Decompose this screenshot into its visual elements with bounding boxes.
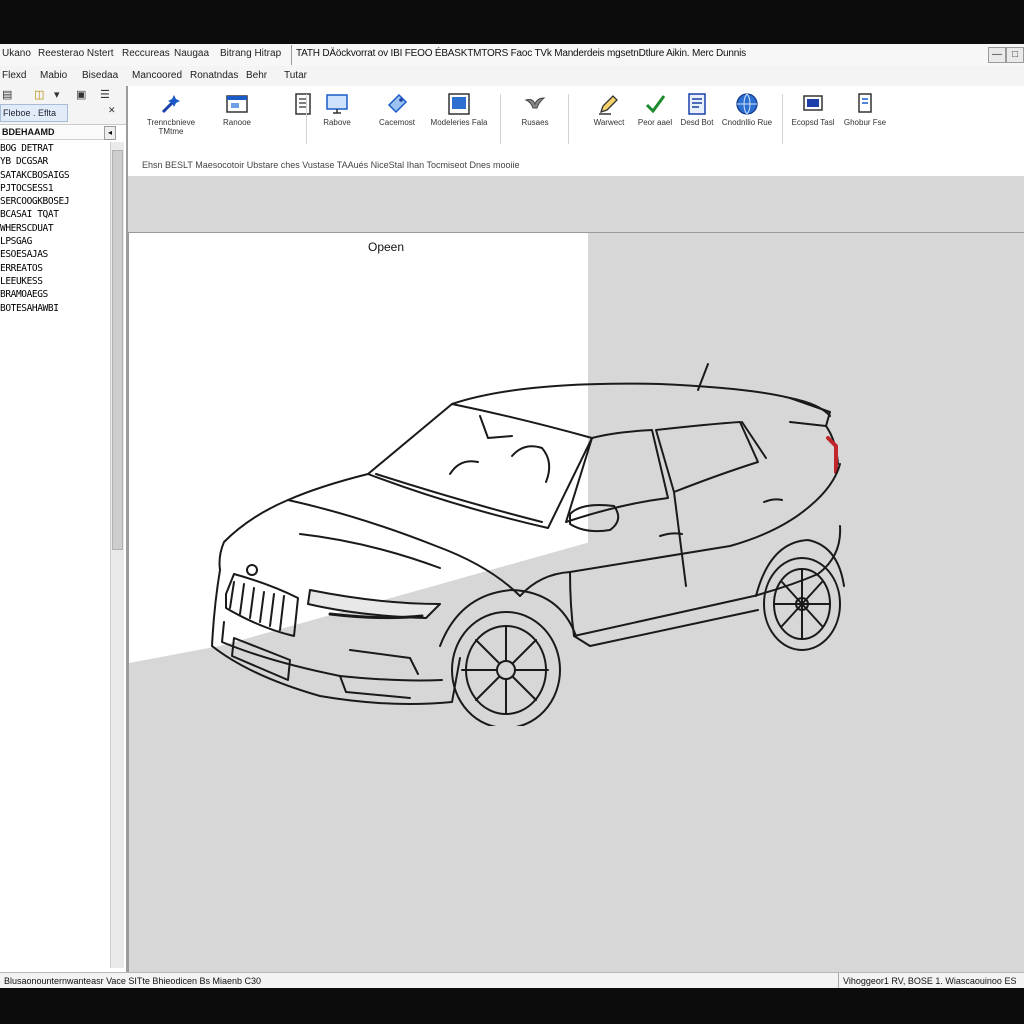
document-icon [685, 92, 709, 116]
tool-label: Rabove [323, 118, 351, 127]
tool-button-1[interactable]: Ranooe [204, 92, 270, 127]
tool-button-4[interactable]: Cacemost [364, 92, 430, 127]
menu-item-4[interactable]: Ronatndas [190, 70, 238, 81]
car-line-drawing[interactable] [190, 346, 920, 726]
chevron-down-icon[interactable]: ▾ [54, 89, 60, 101]
menu-item-2[interactable]: Bisedaa [82, 70, 118, 81]
list-item[interactable]: LEEUKESS [0, 275, 108, 288]
tool-label: Modeleries Fala [430, 118, 488, 127]
title-menu-0[interactable]: Ukano [2, 48, 31, 59]
menu-item-6[interactable]: Tutar [284, 70, 307, 81]
drawing-workspace[interactable]: Opeen [128, 176, 1024, 972]
menu-bar: Flexd Mabio Bisedaa Mancoored Ronatndas … [0, 66, 1024, 87]
tool-button-12[interactable]: Ghobur Fse [832, 92, 898, 127]
tool-button-10[interactable]: Cnodnllio Rue [714, 92, 780, 127]
list-item[interactable]: BCASAI TQAT [0, 208, 108, 221]
ribbon-toolbar: Trenncbnieve TMtme Ranooe Rabove Cacemos… [128, 86, 1024, 177]
status-text-left: Blusaonounternwanteasr Vace SITte Bhieod… [4, 976, 261, 986]
tool-label: Ghobur Fse [843, 118, 887, 127]
tool-label: Cacemost [378, 118, 415, 127]
list-item[interactable]: ESOESAJAS [0, 248, 108, 261]
left-panel-scrollbar[interactable] [110, 142, 124, 968]
scrollbar-thumb[interactable] [112, 150, 123, 550]
wand-icon [159, 92, 183, 116]
save-icon[interactable]: ▣ [76, 89, 86, 101]
menu-item-0[interactable]: Flexd [2, 70, 26, 81]
status-text-right: Vihoggeor1 RV, BOSE 1. Wiascaouinoo ES [838, 973, 1016, 988]
list-item[interactable]: BRAMOAEGS [0, 288, 108, 301]
title-menu-3[interactable]: Naugaa [174, 48, 209, 59]
title-menu-4[interactable]: Bitrang Hitrap [220, 48, 281, 59]
bird-icon [523, 92, 547, 116]
list-item[interactable]: SERCOOGKBOSEJ [0, 195, 108, 208]
minimize-button[interactable]: — [988, 47, 1006, 63]
file-icon [853, 92, 877, 116]
toolbar-separator [500, 94, 501, 144]
title-bar: Ukano Reesterao Nstert Reccureas Naugaa … [0, 44, 1024, 67]
left-panel-toolbar: ▤ ◫ ▾ ▣ ☰ Fleboe . Eflta ✕ [0, 86, 126, 125]
maximize-button[interactable]: □ [1006, 47, 1024, 63]
canvas-border-top [128, 232, 1024, 233]
tag-icon [385, 92, 409, 116]
list-item[interactable]: WHERSCDUAT [0, 222, 108, 235]
menu-item-5[interactable]: Behr [246, 70, 267, 81]
canvas-border-left [128, 232, 129, 972]
list-icon[interactable]: ☰ [100, 89, 110, 101]
list-item[interactable]: SATAKCBOSAIGS [0, 169, 108, 182]
monitor-icon [325, 92, 349, 116]
tool-label: Trenncbnieve TMtme [146, 118, 196, 136]
file-icon[interactable]: ▤ [2, 89, 12, 101]
framed-picture-icon [447, 92, 471, 116]
toolbar-separator [568, 94, 569, 144]
globe-icon [735, 92, 759, 116]
collapse-icon[interactable]: ◂ [104, 126, 116, 140]
tool-button-3[interactable]: Rabove [304, 92, 370, 127]
tool-label: Rusaes [521, 118, 549, 127]
left-panel-list: BOG DETRAT YB DCGSAR SATAKCBOSAIGS PJTOC… [0, 142, 108, 315]
list-item[interactable]: BOG DETRAT [0, 142, 108, 155]
window-title: TATH DÄöckvorrat ov IBI FEOO ÉBASKTMTORS… [296, 48, 746, 59]
window-icon [225, 92, 249, 116]
left-panel-tab[interactable]: Fleboe . Eflta [0, 104, 68, 122]
open-label: Opeen [368, 240, 405, 254]
tool-button-0[interactable]: Trenncbnieve TMtme [138, 92, 204, 136]
list-item[interactable]: YB DCGSAR [0, 155, 108, 168]
tool-label: Ranooe [222, 118, 252, 127]
tool-label: Cnodnllio Rue [721, 118, 773, 127]
menu-item-1[interactable]: Mabio [40, 70, 67, 81]
list-item[interactable]: ERREATOS [0, 262, 108, 275]
screen-icon [801, 92, 825, 116]
list-item[interactable]: PJTOCSESS1 [0, 182, 108, 195]
list-item[interactable]: LPSGAG [0, 235, 108, 248]
tool-button-6[interactable]: Rusaes [502, 92, 568, 127]
status-bar: Blusaonounternwanteasr Vace SITte Bhieod… [0, 972, 1024, 988]
pencil-icon [597, 92, 621, 116]
tool-button-5[interactable]: Modeleries Fala [426, 92, 492, 127]
application-window: Ukano Reesterao Nstert Reccureas Naugaa … [0, 44, 1024, 988]
close-icon[interactable]: ✕ [108, 105, 116, 116]
title-divider [291, 45, 292, 65]
menu-item-3[interactable]: Mancoored [132, 70, 182, 81]
left-panel-header: BDEHAAMD [0, 126, 110, 140]
left-panel: ▤ ◫ ▾ ▣ ☰ Fleboe . Eflta ✕ BDEHAAMD ◂ BO… [0, 86, 128, 972]
list-item[interactable]: BOTESAHAWBI [0, 302, 108, 315]
title-menu-2[interactable]: Reccureas [122, 48, 170, 59]
toolbar-group-label: Ehsn BESLT Maesocotoir Ubstare ches Vust… [142, 160, 520, 170]
title-menu-1[interactable]: Reesterao Nstert [38, 48, 114, 59]
folder-icon[interactable]: ◫ [34, 89, 44, 101]
